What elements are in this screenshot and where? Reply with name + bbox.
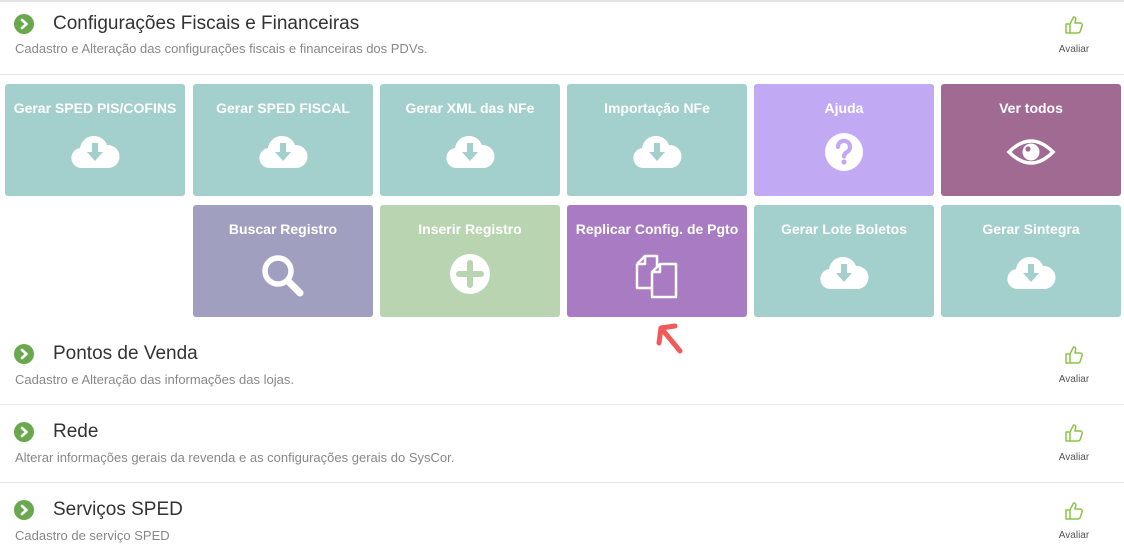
cloud-download-icon <box>259 135 308 168</box>
avaliar-button[interactable]: Avaliar <box>1050 344 1098 385</box>
search-icon <box>262 255 304 297</box>
chevron-right-icon <box>14 422 34 442</box>
thumbs-up-icon <box>1065 502 1083 520</box>
tile-label: Ver todos <box>999 100 1063 116</box>
section-title: Rede <box>53 421 99 442</box>
section-header[interactable]: Pontos de Venda <box>14 339 198 369</box>
tile-label: Gerar Lote Boletos <box>780 221 908 237</box>
avaliar-button[interactable]: Avaliar <box>1050 14 1098 55</box>
section-title: Configurações Fiscais e Financeiras <box>53 13 360 34</box>
avaliar-label: Avaliar <box>1058 44 1090 55</box>
tile-gerar-lote-boletos[interactable]: Gerar Lote Boletos <box>754 205 934 317</box>
tile-importacao-nfe[interactable]: Importação NFe <box>567 84 747 196</box>
tile-ajuda[interactable]: Ajuda <box>754 84 934 196</box>
section-header[interactable]: Configurações Fiscais e Financeiras <box>14 9 359 39</box>
cloud-download-icon <box>446 135 495 168</box>
question-icon <box>825 133 863 171</box>
tile-replicar-config-pgto[interactable]: Replicar Config. de Pgto <box>567 205 747 317</box>
section-description: Cadastro e Alteração das configurações f… <box>15 41 428 56</box>
tile-label: Gerar XML das NFe <box>405 100 535 116</box>
thumbs-up-icon <box>1065 346 1083 364</box>
cloud-download-icon <box>71 135 120 168</box>
tile-buscar-registro[interactable]: Buscar Registro <box>193 205 373 317</box>
avaliar-label: Avaliar <box>1058 530 1090 541</box>
thumbs-up-icon <box>1065 16 1083 34</box>
chevron-right-icon <box>14 344 34 364</box>
tile-label: Ajuda <box>824 100 864 116</box>
tile-label: Gerar SPED FISCAL <box>216 100 350 116</box>
tile-label: Importação NFe <box>604 100 710 116</box>
tile-label: Buscar Registro <box>228 221 338 237</box>
avaliar-button[interactable]: Avaliar <box>1050 422 1098 463</box>
eye-icon <box>1006 139 1056 165</box>
tile-inserir-registro[interactable]: Inserir Registro <box>380 205 560 317</box>
tile-gerar-sintegra[interactable]: Gerar Sintegra <box>941 205 1121 317</box>
section-divider <box>0 482 1124 483</box>
section-description: Alterar informações gerais da revenda e … <box>15 450 455 465</box>
plus-circle-icon <box>450 254 490 294</box>
tile-ver-todos[interactable]: Ver todos <box>941 84 1121 196</box>
annotation-arrow-icon <box>656 323 683 354</box>
tile-label: Inserir Registro <box>418 221 522 237</box>
thumbs-up-icon <box>1065 424 1083 442</box>
tile-gerar-xml-nfe[interactable]: Gerar XML das NFe <box>380 84 560 196</box>
chevron-right-icon <box>14 500 34 520</box>
section-description: Cadastro de serviço SPED <box>15 528 170 543</box>
tile-label: Gerar Sintegra <box>982 221 1080 237</box>
top-border <box>0 0 1124 2</box>
section-title: Serviços SPED <box>53 499 183 520</box>
avaliar-button[interactable]: Avaliar <box>1050 500 1098 541</box>
section-divider <box>0 404 1124 405</box>
copy-icon <box>635 254 678 299</box>
section-description: Cadastro e Alteração das informações das… <box>15 372 294 387</box>
section-title: Pontos de Venda <box>53 343 198 364</box>
avaliar-label: Avaliar <box>1058 452 1090 463</box>
section-header[interactable]: Rede <box>14 417 98 447</box>
cloud-download-icon <box>820 256 869 289</box>
section-header[interactable]: Serviços SPED <box>14 495 183 525</box>
section-divider <box>0 74 1124 75</box>
tile-label: Gerar SPED PIS/COFINS <box>13 100 177 116</box>
chevron-right-icon <box>14 14 34 34</box>
tile-gerar-sped-fiscal[interactable]: Gerar SPED FISCAL <box>193 84 373 196</box>
tile-gerar-sped-pis-cofins[interactable]: Gerar SPED PIS/COFINS <box>5 84 185 196</box>
avaliar-label: Avaliar <box>1058 374 1090 385</box>
cloud-download-icon <box>633 135 682 168</box>
tile-label: Replicar Config. de Pgto <box>575 221 739 237</box>
cloud-download-icon <box>1007 256 1056 289</box>
